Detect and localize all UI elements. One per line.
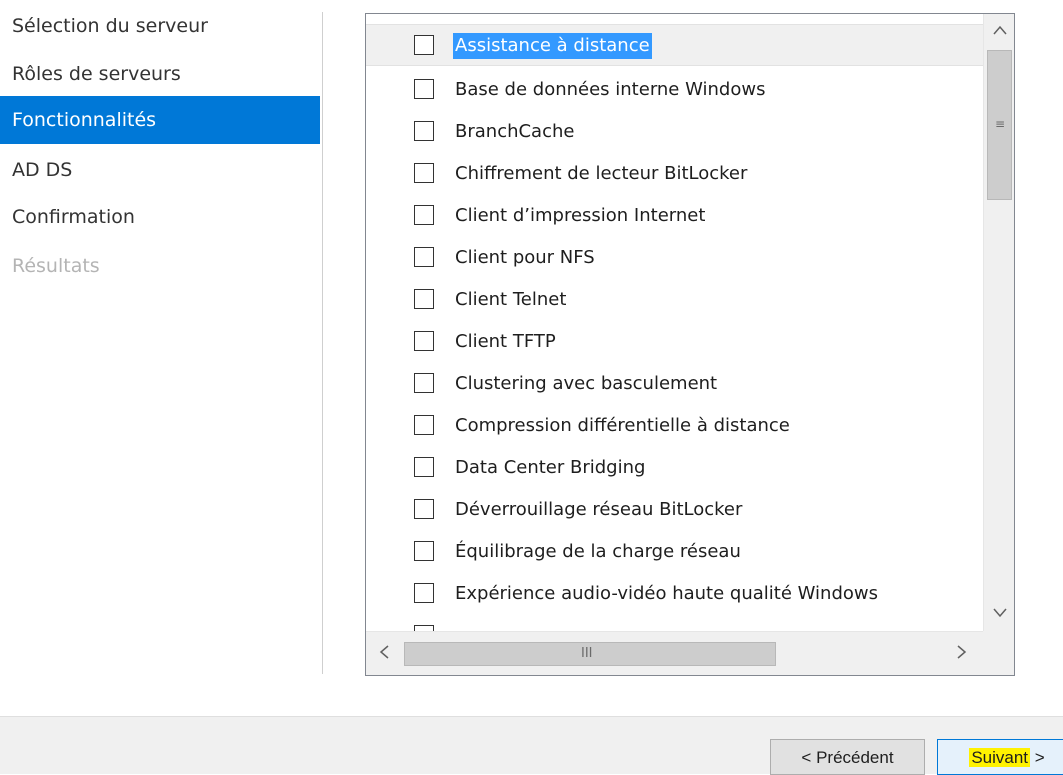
vertical-scroll-thumb[interactable]: ≡ [987,50,1012,200]
feature-item[interactable]: Client TFTP [366,321,983,363]
previous-button[interactable]: < Précédent [770,739,925,775]
feature-item[interactable]: Assistance à distance [366,24,983,66]
feature-checkbox[interactable] [414,79,434,99]
chevron-left-icon [379,645,389,659]
feature-checkbox[interactable] [414,35,434,55]
feature-item[interactable]: Chiffrement de lecteur BitLocker [366,153,983,195]
feature-label: Équilibrage de la charge réseau [455,541,741,562]
features-list-viewport: Assistance à distance Base de données in… [366,14,983,631]
nav-item-features[interactable]: Fonctionnalités [0,96,320,144]
feature-label: Client Telnet [455,289,567,310]
feature-label: Clustering avec basculement [455,373,718,394]
feature-label: Client pour NFS [455,247,595,268]
next-button-arrow: > [1030,748,1045,767]
feature-label: BranchCache [455,121,575,142]
scroll-up-button[interactable] [984,14,1014,48]
feature-item[interactable]: Expérience audio-vidéo haute qualité Win… [366,573,983,615]
chevron-up-icon [992,25,1007,35]
scroll-down-button[interactable] [984,597,1014,631]
nav-item-server-selection[interactable]: Sélection du serveur [0,2,320,50]
feature-item[interactable]: Client Telnet [366,279,983,321]
feature-item[interactable]: Clustering avec basculement [366,363,983,405]
grip-icon: III [581,646,593,661]
next-button[interactable]: Suivant > [937,739,1063,775]
feature-item[interactable]: Compression différentielle à distance [366,405,983,447]
scrollbar-corner [983,631,1014,675]
feature-item[interactable]: Client d’impression Internet [366,195,983,237]
feature-checkbox[interactable] [414,583,434,603]
feature-label: Assistance à distance [453,33,652,59]
feature-item[interactable]: Data Center Bridging [366,447,983,489]
feature-item[interactable]: Équilibrage de la charge réseau [366,531,983,573]
chevron-right-icon [957,645,967,659]
feature-label: Data Center Bridging [455,457,646,478]
nav-item-server-roles[interactable]: Rôles de serveurs [0,50,320,98]
feature-checkbox[interactable] [414,163,434,183]
chevron-down-icon [992,608,1007,618]
nav-item-confirmation[interactable]: Confirmation [0,193,320,241]
scroll-left-button[interactable] [366,632,402,675]
feature-checkbox[interactable] [414,457,434,477]
scroll-right-button[interactable] [944,632,980,675]
feature-checkbox[interactable] [414,331,434,351]
feature-label: Client d’impression Internet [455,205,706,226]
nav-item-results: Résultats [12,255,100,277]
features-list[interactable]: Assistance à distance Base de données in… [365,13,1015,676]
panel-divider [322,12,323,674]
feature-checkbox[interactable] [414,415,434,435]
feature-label: Expérience audio-vidéo haute qualité Win… [455,583,878,604]
feature-label: Client TFTP [455,331,556,352]
feature-checkbox[interactable] [414,121,434,141]
horizontal-scrollbar[interactable]: III [366,631,983,675]
feature-checkbox[interactable] [414,247,434,267]
wizard-footer: < Précédent Suivant > [0,716,1063,775]
feature-label: Déverrouillage réseau BitLocker [455,499,743,520]
next-button-label: Suivant [969,748,1031,767]
feature-item[interactable]: Client pour NFS [366,237,983,279]
feature-item-partial[interactable] [366,615,983,631]
feature-label: Compression différentielle à distance [455,415,790,436]
horizontal-scroll-thumb[interactable]: III [404,642,776,666]
feature-checkbox[interactable] [414,373,434,393]
feature-label: Base de données interne Windows [455,79,766,100]
feature-item[interactable]: Base de données interne Windows [366,69,983,111]
nav-item-ad-ds[interactable]: AD DS [0,146,320,194]
feature-checkbox[interactable] [414,541,434,561]
feature-label: Chiffrement de lecteur BitLocker [455,163,748,184]
feature-checkbox[interactable] [414,499,434,519]
vertical-scrollbar[interactable]: ≡ [983,14,1014,631]
feature-item[interactable]: BranchCache [366,111,983,153]
feature-checkbox[interactable] [414,205,434,225]
feature-item[interactable]: Déverrouillage réseau BitLocker [366,489,983,531]
grip-icon: ≡ [995,117,1006,131]
feature-checkbox[interactable] [414,289,434,309]
